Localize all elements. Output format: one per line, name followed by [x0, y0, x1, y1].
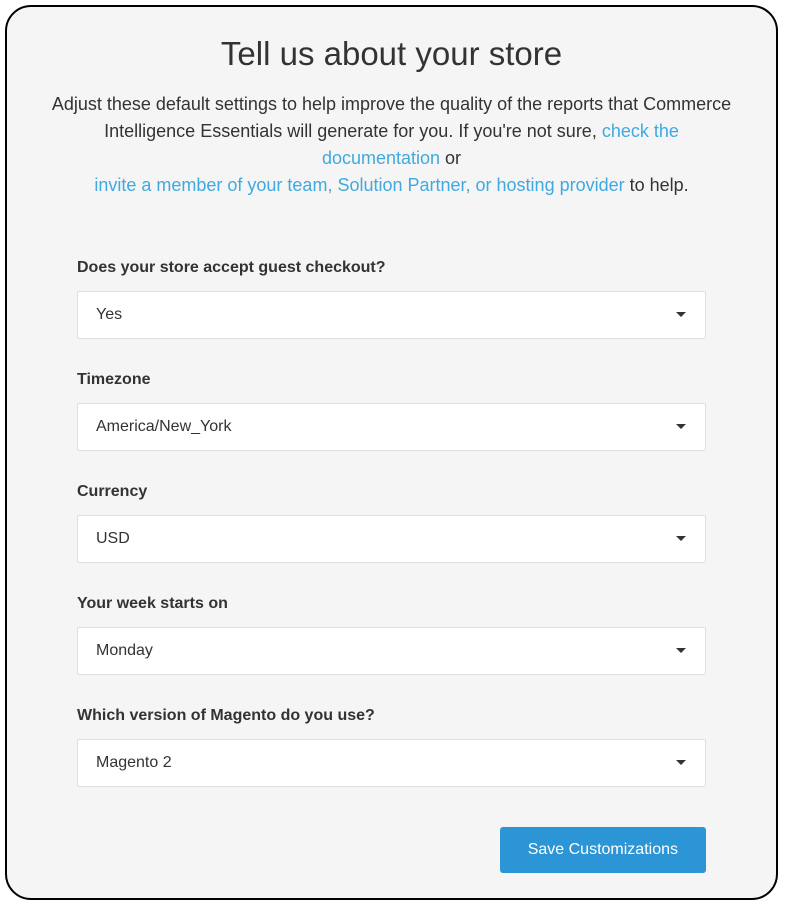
- field-timezone: Timezone America/New_York: [77, 371, 706, 451]
- invite-link[interactable]: invite a member of your team, Solution P…: [94, 175, 624, 195]
- footer: Save Customizations: [42, 827, 741, 873]
- select-value-timezone: America/New_York: [96, 418, 231, 436]
- select-value-magento-version: Magento 2: [96, 754, 172, 772]
- store-settings-panel: Tell us about your store Adjust these de…: [5, 5, 778, 900]
- select-currency[interactable]: USD: [77, 515, 706, 563]
- select-magento-version[interactable]: Magento 2: [77, 739, 706, 787]
- field-guest-checkout: Does your store accept guest checkout? Y…: [77, 259, 706, 339]
- save-customizations-button[interactable]: Save Customizations: [500, 827, 706, 873]
- label-timezone: Timezone: [77, 371, 706, 389]
- label-week-start: Your week starts on: [77, 595, 706, 613]
- field-currency: Currency USD: [77, 483, 706, 563]
- page-title: Tell us about your store: [42, 35, 741, 73]
- chevron-down-icon: [675, 530, 687, 548]
- select-week-start[interactable]: Monday: [77, 627, 706, 675]
- chevron-down-icon: [675, 418, 687, 436]
- select-value-currency: USD: [96, 530, 130, 548]
- label-magento-version: Which version of Magento do you use?: [77, 707, 706, 725]
- select-value-guest-checkout: Yes: [96, 306, 122, 324]
- select-timezone[interactable]: America/New_York: [77, 403, 706, 451]
- subtitle-or: or: [440, 148, 461, 168]
- select-guest-checkout[interactable]: Yes: [77, 291, 706, 339]
- form-area: Does your store accept guest checkout? Y…: [42, 259, 741, 787]
- label-guest-checkout: Does your store accept guest checkout?: [77, 259, 706, 277]
- select-value-week-start: Monday: [96, 642, 153, 660]
- field-week-start: Your week starts on Monday: [77, 595, 706, 675]
- chevron-down-icon: [675, 754, 687, 772]
- chevron-down-icon: [675, 306, 687, 324]
- subtitle-end: to help.: [625, 175, 689, 195]
- field-magento-version: Which version of Magento do you use? Mag…: [77, 707, 706, 787]
- chevron-down-icon: [675, 642, 687, 660]
- label-currency: Currency: [77, 483, 706, 501]
- page-subtitle: Adjust these default settings to help im…: [42, 91, 741, 199]
